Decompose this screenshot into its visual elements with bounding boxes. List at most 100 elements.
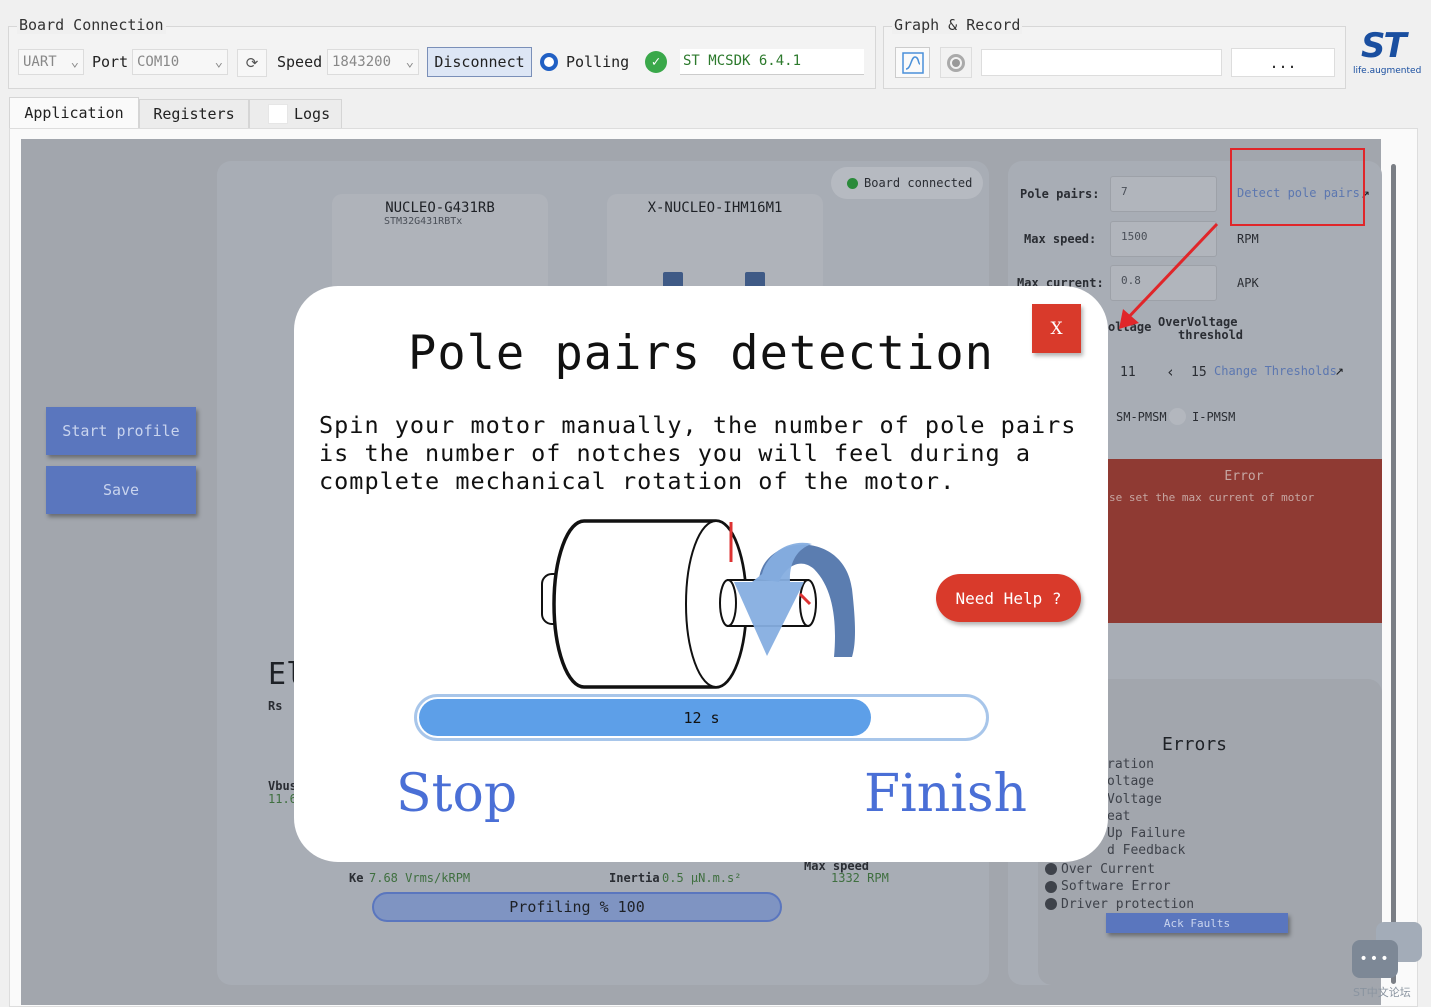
i-pmsm-radio[interactable] <box>1169 408 1186 425</box>
close-button[interactable]: X <box>1032 304 1081 353</box>
interface-select[interactable]: UART ⌄ <box>18 49 84 75</box>
vbus-label: Vbus <box>268 779 297 793</box>
port-select[interactable]: COM10 ⌄ <box>132 49 228 75</box>
list-item-label: Software Error <box>1061 879 1171 895</box>
board1-name: NUCLEO-G431RB <box>385 200 495 216</box>
rpm-unit: RPM <box>1237 232 1259 246</box>
board-connected-badge: Board connected <box>831 167 983 199</box>
modal-title: Pole pairs detection <box>408 326 994 381</box>
error-message: se set the max current of motor <box>1109 491 1315 504</box>
ke-label: Ke <box>349 871 364 885</box>
error-title: Error <box>1224 469 1264 484</box>
record-path-input[interactable] <box>981 49 1222 76</box>
countdown-progress-bar: 12 s <box>414 694 989 741</box>
list-item-label: Driver protection <box>1061 896 1195 912</box>
pole-pairs-label: Pole pairs: <box>1020 187 1100 201</box>
start-profile-button[interactable]: Start profile <box>46 407 196 455</box>
tab-registers[interactable]: Registers <box>139 99 249 129</box>
record-icon <box>947 53 965 72</box>
board2-name: X-NUCLEO-IHM16M1 <box>647 200 783 216</box>
list-item-label: Over Current <box>1061 861 1155 877</box>
sm-pmsm-label: SM-PMSM <box>1116 410 1167 424</box>
max-speed-value: 1332 RPM <box>831 871 889 885</box>
pole-pairs-modal: Pole pairs detection X Spin your motor m… <box>294 286 1108 862</box>
st-logo-mark: ST <box>1361 26 1407 66</box>
tab-logs[interactable]: Logs <box>249 99 342 129</box>
polling-radio[interactable] <box>540 53 558 71</box>
chevron-down-icon: ⌄ <box>70 54 79 70</box>
refresh-button[interactable]: ⟳ <box>237 49 267 77</box>
record-button[interactable] <box>940 47 972 78</box>
tab-logs-label: Logs <box>294 105 331 123</box>
errors-heading: Errors <box>1162 734 1228 755</box>
change-thresholds-link[interactable]: Change Thresholds <box>1214 364 1337 378</box>
rs-label: Rs <box>268 699 283 713</box>
speed-select[interactable]: 1843200 ⌄ <box>327 49 419 75</box>
tab-application[interactable]: Application <box>9 97 139 129</box>
error-box: Error se set the max current of motor <box>1106 459 1382 623</box>
browse-button[interactable]: ... <box>1231 48 1335 77</box>
status-led-icon <box>1045 880 1057 893</box>
overvoltage-value: 15 <box>1191 365 1207 380</box>
board1-mcu: STM32G431RBTx <box>384 216 463 227</box>
close-icon: X <box>1050 318 1063 339</box>
firmware-version: ST MCSDK 6.4.1 <box>680 49 864 75</box>
board-card-2: X-NUCLEO-IHM16M1 <box>607 194 823 294</box>
polling-label: Polling <box>566 53 630 71</box>
board-card-1: NUCLEO-G431RB STM32G431RBTx <box>332 194 548 294</box>
need-help-button[interactable]: Need Help ? <box>936 574 1081 622</box>
tab-registers-label: Registers <box>153 105 235 123</box>
logs-checkbox[interactable] <box>268 104 288 124</box>
chevron-down-icon: ⌄ <box>214 54 223 70</box>
list-item: Over Current <box>1045 861 1295 878</box>
watermark-text: ST中文论坛 <box>1353 986 1411 999</box>
undervoltage-value: 11 <box>1120 365 1136 380</box>
check-circle-icon: ✓ <box>645 51 667 73</box>
port-value: COM10 <box>137 54 180 70</box>
chevron-down-icon: ⌄ <box>405 54 414 70</box>
countdown-progress-text: 12 s <box>683 708 720 727</box>
speed-value: 1843200 <box>332 54 392 70</box>
disconnect-button[interactable]: Disconnect <box>427 47 532 77</box>
motor-rotation-illustration <box>541 519 855 689</box>
profiling-progress: Profiling % 100 <box>372 892 782 922</box>
modal-description: Spin your motor manually, the number of … <box>319 411 1077 495</box>
st-logo-tagline: life.augmented <box>1353 66 1422 76</box>
ke-value: 7.68 Vrms/kRPM <box>369 871 471 885</box>
need-help-label: Need Help ? <box>955 588 1062 608</box>
board-connected-text: Board connected <box>864 176 973 190</box>
graph-record-title: Graph & Record <box>892 16 1023 34</box>
annotation-arrow <box>1119 222 1219 329</box>
chat-bubble-icon: ••• <box>1352 940 1398 978</box>
st-logo: ST life.augmented <box>1353 28 1425 80</box>
forum-watermark: ••• ST中文论坛 <box>1350 922 1426 1002</box>
status-dot-icon <box>847 177 858 189</box>
refresh-icon: ⟳ <box>245 54 259 72</box>
interface-value: UART <box>23 54 57 70</box>
list-item: Software Error <box>1045 878 1295 895</box>
profiling-text: Profiling % 100 <box>509 898 645 916</box>
annotation-highlight-box <box>1230 148 1365 226</box>
stop-button[interactable]: Stop <box>396 764 517 824</box>
status-led-icon <box>1045 863 1057 876</box>
status-led-icon <box>1045 898 1057 911</box>
list-item: Driver protection <box>1045 895 1295 912</box>
inertia-label: Inertia <box>609 871 660 885</box>
chevron-left-icon[interactable]: ‹ <box>1166 363 1175 381</box>
port-label: Port <box>92 53 129 71</box>
graph-button[interactable] <box>895 47 930 78</box>
finish-button[interactable]: Finish <box>864 764 1027 824</box>
speed-label: Speed <box>277 53 323 71</box>
apk-unit: APK <box>1237 276 1259 290</box>
tab-application-label: Application <box>24 104 124 122</box>
scrollbar-thumb[interactable] <box>1391 164 1396 984</box>
board-connection-title: Board Connection <box>17 16 166 34</box>
inertia-value: 0.5 μN.m.s² <box>662 871 742 885</box>
waveform-icon <box>901 51 924 74</box>
i-pmsm-label: I-PMSM <box>1192 410 1236 424</box>
vbus-value: 11.6 <box>268 792 297 806</box>
pole-pairs-input[interactable]: 7 <box>1110 176 1217 212</box>
ack-faults-button[interactable]: Ack Faults <box>1106 913 1288 933</box>
save-button[interactable]: Save <box>46 466 196 514</box>
max-speed-field-label: Max speed: <box>1024 232 1097 246</box>
